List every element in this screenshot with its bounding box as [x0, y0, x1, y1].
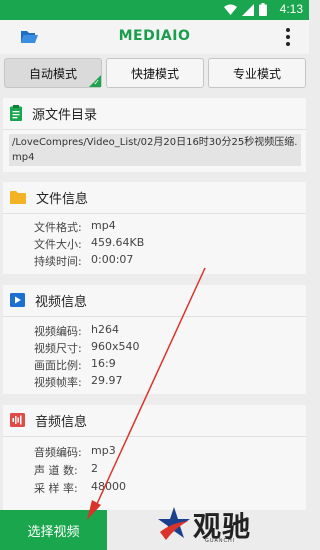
app-bar: MEDIAIO — [0, 20, 309, 54]
more-options-icon[interactable] — [283, 26, 293, 48]
watermark-subtext: GUANCHI — [205, 538, 236, 544]
star-logo-icon — [158, 507, 190, 540]
info-row: 视频尺寸: 960x540 — [34, 340, 140, 356]
source-header: 源文件目录 — [10, 98, 97, 128]
file-info-header: 文件信息 — [10, 182, 88, 212]
row-label: 画面比例: — [34, 359, 82, 372]
row-value: mp4 — [91, 219, 116, 232]
tab-quick-mode[interactable]: 快捷模式 — [106, 58, 204, 88]
tab-label: 自动模式 — [28, 66, 77, 81]
row-value: 48000 — [91, 480, 126, 493]
row-value: 0:00:07 — [91, 253, 134, 266]
tab-label: 快捷模式 — [130, 66, 179, 81]
info-row: 音频编码: mp3 — [34, 444, 116, 460]
watermark-logo: 观驰 GUANCHI — [157, 505, 267, 547]
info-row: 声 道 数: 2 — [34, 462, 98, 478]
audio-info-title: 音频信息 — [35, 414, 88, 430]
row-value: 2 — [91, 462, 98, 475]
signal-icon — [242, 3, 254, 16]
app-title: MEDIAIO — [118, 28, 191, 44]
status-bar: 4:13 — [0, 0, 309, 20]
audio-info-header: 音频信息 — [10, 405, 87, 435]
tab-auto-mode[interactable]: 自动模式 ✓ — [4, 58, 102, 88]
row-label: 视频尺寸: — [34, 342, 82, 355]
row-value: 459.64KB — [91, 236, 145, 249]
divider — [3, 129, 306, 130]
status-icons — [224, 3, 267, 16]
battery-icon — [259, 3, 267, 16]
file-info-title: 文件信息 — [36, 191, 89, 207]
row-label: 持续时间: — [34, 255, 82, 268]
row-value: 16:9 — [91, 357, 116, 370]
select-video-button[interactable]: 选择视频 — [0, 510, 107, 550]
info-row: 画面比例: 16:9 — [34, 357, 116, 373]
tab-pro-mode[interactable]: 专业模式 — [208, 58, 306, 88]
row-label: 采 样 率: — [34, 482, 78, 495]
video-info-title: 视频信息 — [35, 294, 88, 310]
video-icon — [10, 293, 25, 307]
row-label: 音频编码: — [34, 446, 82, 459]
source-path[interactable]: /LoveCompres/Video_List/02月20日16时30分25秒视… — [9, 134, 301, 166]
info-row: 持续时间: 0:00:07 — [34, 253, 133, 269]
wifi-icon — [224, 4, 237, 15]
divider — [3, 213, 306, 214]
row-value: mp3 — [91, 444, 116, 457]
folder-yellow-icon — [10, 190, 26, 204]
info-row: 文件大小: 459.64KB — [34, 236, 144, 252]
info-row: 文件格式: mp4 — [34, 219, 116, 235]
info-row: 视频编码: h264 — [34, 323, 119, 339]
row-label: 声 道 数: — [34, 464, 78, 477]
source-title: 源文件目录 — [32, 107, 98, 123]
info-row: 采 样 率: 48000 — [34, 480, 126, 496]
divider — [3, 316, 306, 317]
clipboard-icon — [10, 105, 22, 121]
source-card: 源文件目录 /LoveCompres/Video_List/02月20日16时3… — [3, 98, 306, 172]
file-info-card: 文件信息 文件格式: mp4 文件大小: 459.64KB 持续时间: 0:00:07 — [3, 182, 306, 274]
row-value: 960x540 — [91, 340, 140, 353]
clock: 4:13 — [279, 2, 303, 16]
row-label: 视频编码: — [34, 325, 82, 338]
audio-icon — [10, 413, 25, 427]
check-icon: ✓ — [93, 78, 100, 87]
divider — [3, 436, 306, 437]
row-label: 视频帧率: — [34, 376, 82, 389]
row-label: 文件格式: — [34, 221, 82, 234]
row-label: 文件大小: — [34, 238, 82, 251]
info-row: 视频帧率: 29.97 — [34, 374, 123, 390]
video-info-card: 视频信息 视频编码: h264 视频尺寸: 960x540 画面比例: 16:9 视频… — [3, 285, 306, 394]
row-value: h264 — [91, 323, 119, 336]
mode-tabs: 自动模式 ✓ 快捷模式 专业模式 — [3, 57, 306, 89]
row-value: 29.97 — [91, 374, 123, 387]
tab-label: 专业模式 — [232, 66, 281, 81]
video-info-header: 视频信息 — [10, 285, 87, 315]
audio-info-card: 音频信息 音频编码: mp3 声 道 数: 2 采 样 率: 48000 — [3, 405, 306, 510]
